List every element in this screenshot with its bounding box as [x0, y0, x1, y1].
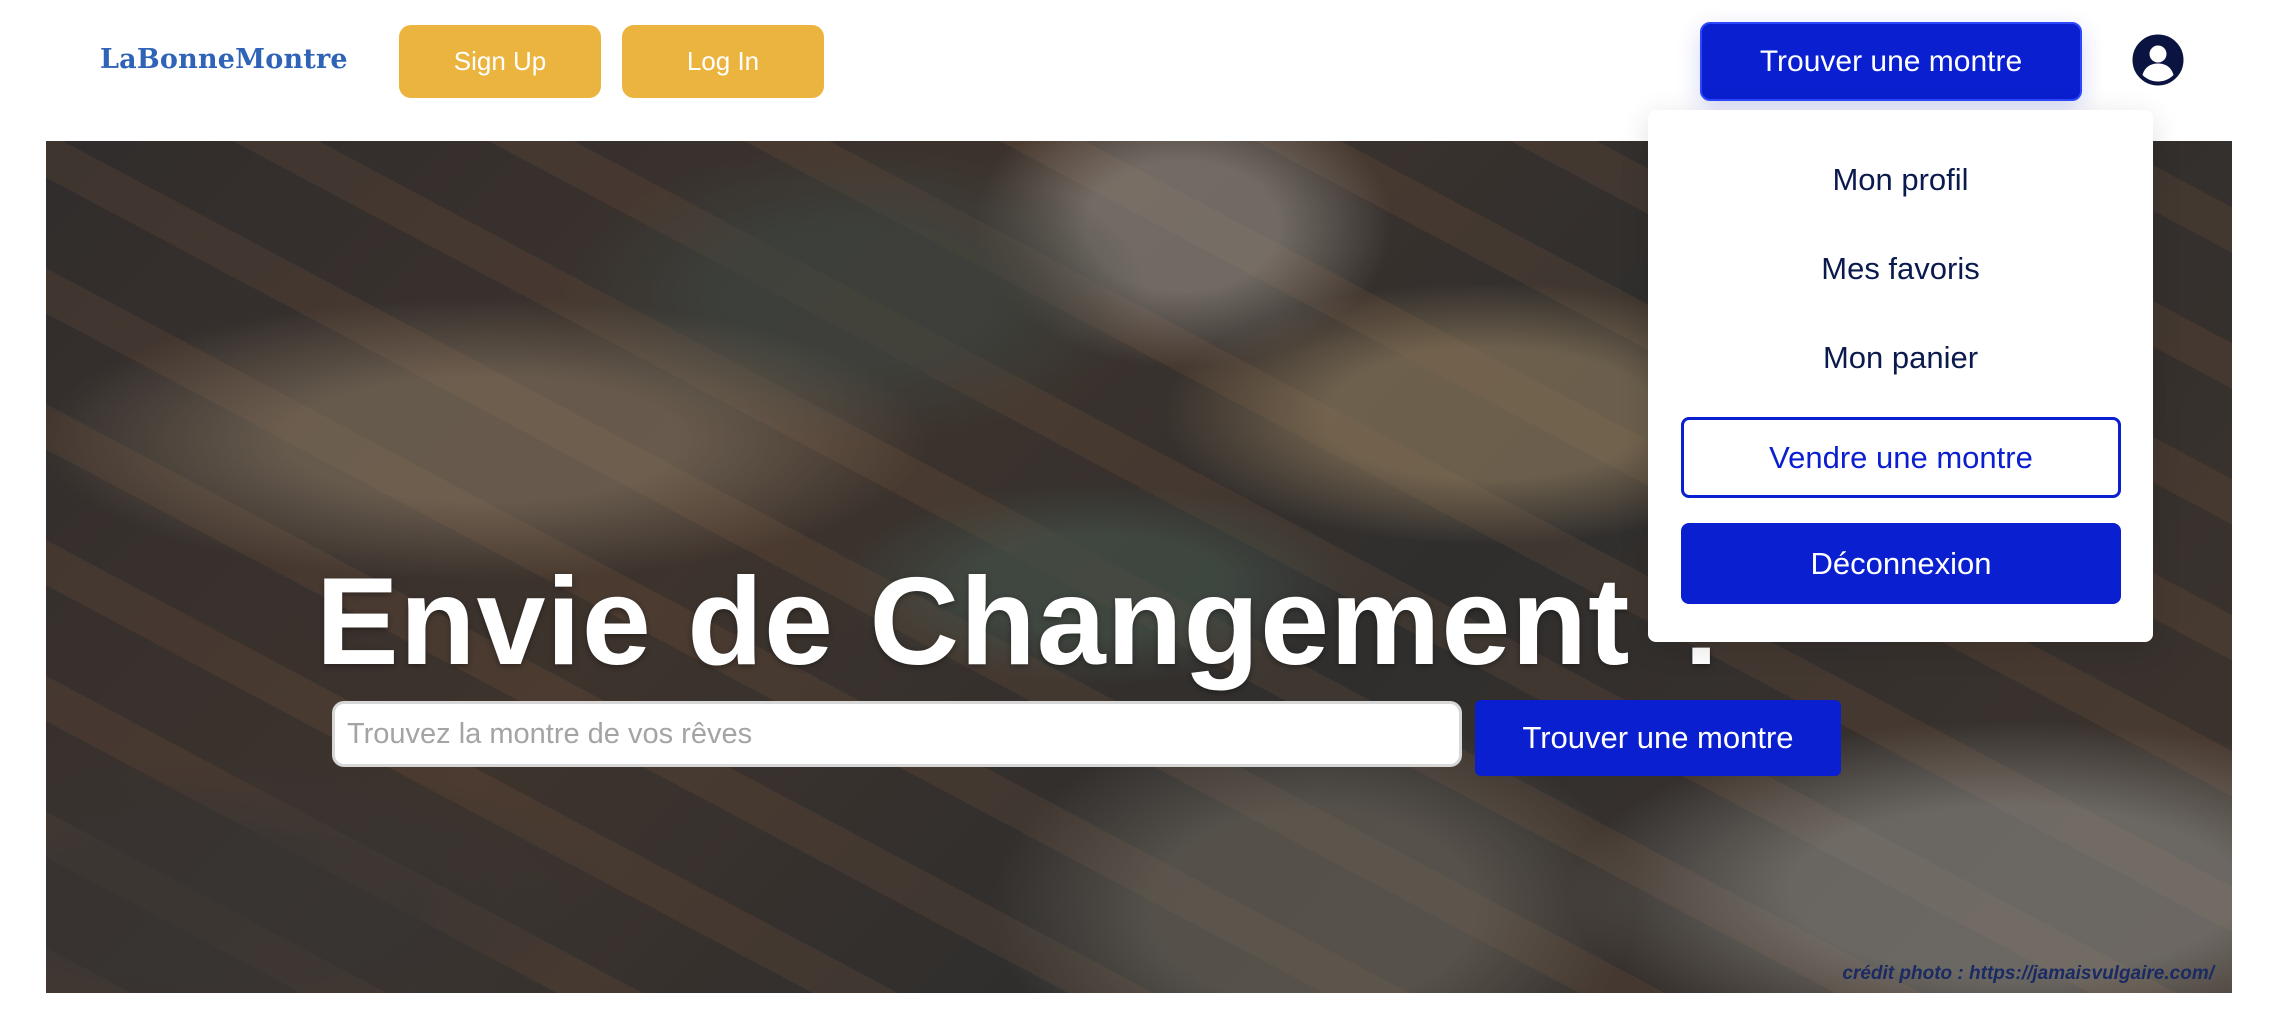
log-in-button[interactable]: Log In [622, 25, 824, 98]
find-watch-header-button[interactable]: Trouver une montre [1700, 22, 2082, 101]
menu-item-favorites[interactable]: Mes favoris [1648, 251, 2153, 287]
watch-search-input[interactable] [332, 701, 1462, 767]
menu-item-profile[interactable]: Mon profil [1648, 162, 2153, 198]
sell-watch-button[interactable]: Vendre une montre [1681, 417, 2121, 498]
logout-button[interactable]: Déconnexion [1681, 523, 2121, 604]
page: LaBonneMontre Sign Up Log In Trouver une… [0, 0, 2270, 1034]
photo-credit: crédit photo : https://jamaisvulgaire.co… [1842, 963, 2214, 984]
user-dropdown-menu: Mon profil Mes favoris Mon panier Vendre… [1648, 110, 2153, 642]
user-circle-icon[interactable] [2132, 34, 2184, 86]
site-logo[interactable]: LaBonneMontre [100, 44, 348, 75]
menu-item-cart[interactable]: Mon panier [1648, 340, 2153, 376]
top-header: LaBonneMontre Sign Up Log In Trouver une… [0, 0, 2270, 128]
sign-up-button[interactable]: Sign Up [399, 25, 601, 98]
user-circle-icon-svg [2132, 34, 2184, 86]
find-watch-hero-button[interactable]: Trouver une montre [1475, 700, 1841, 776]
hero-title: Envie de Changement ? [316, 553, 1743, 691]
